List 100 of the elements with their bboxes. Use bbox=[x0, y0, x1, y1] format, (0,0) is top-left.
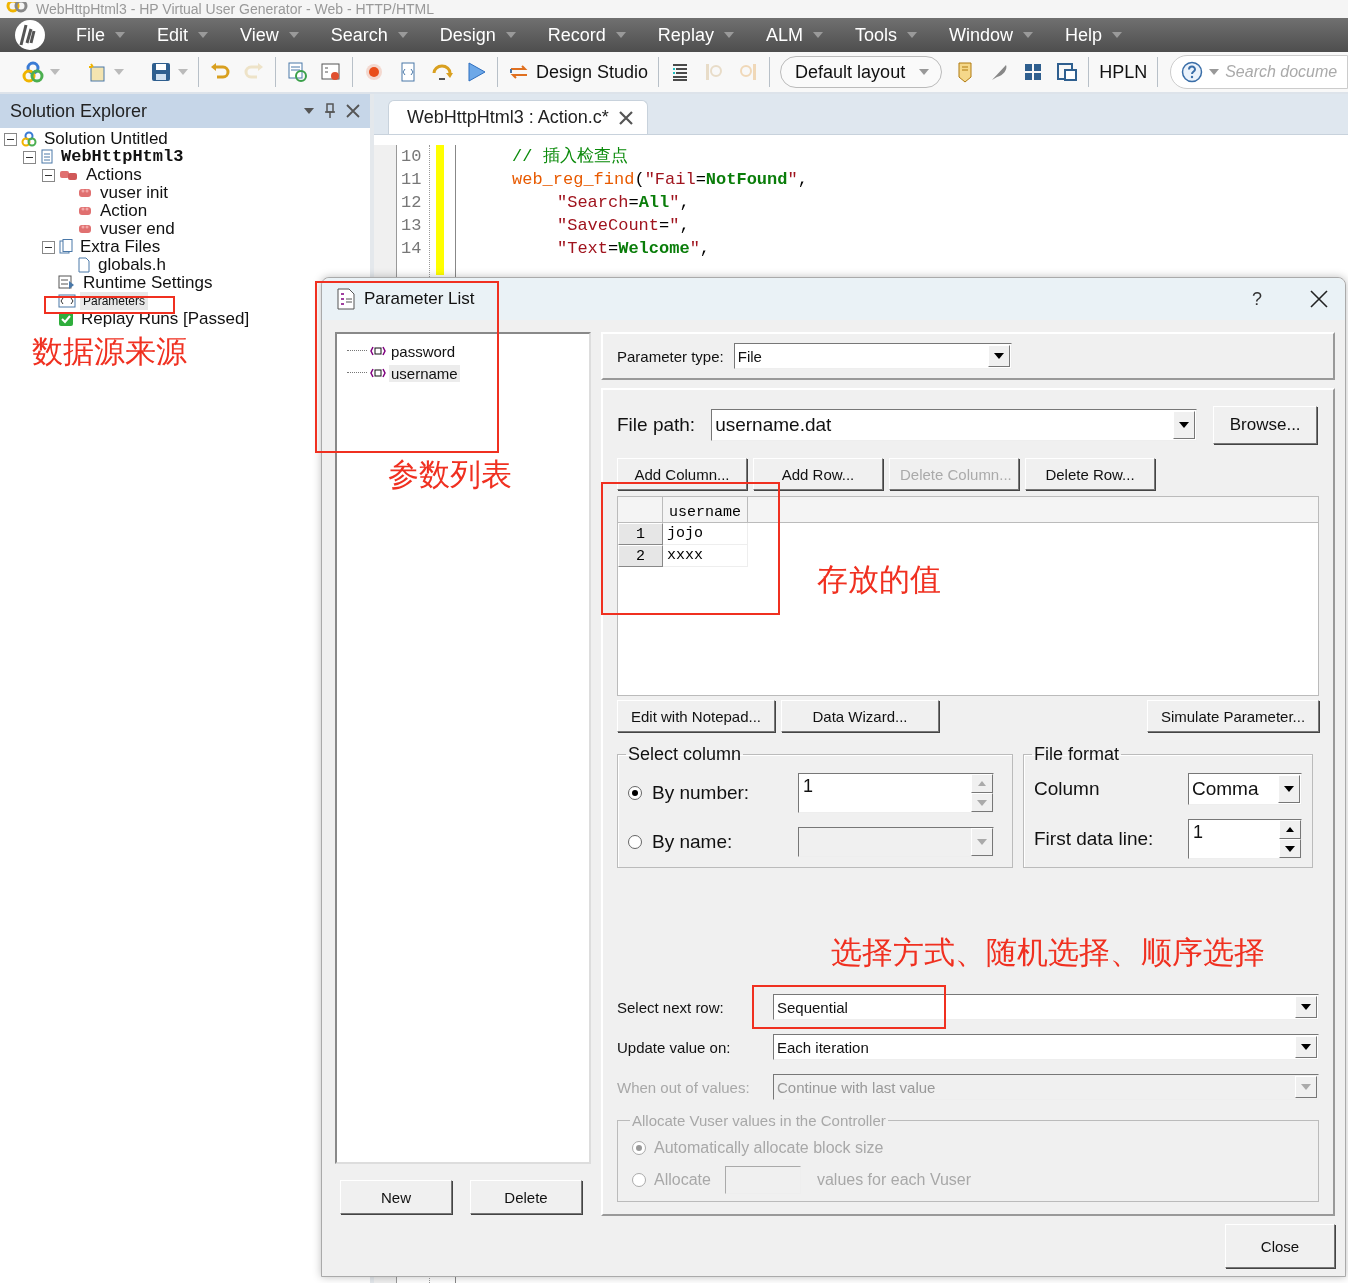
windows-icon[interactable] bbox=[1056, 61, 1079, 83]
dropdown-arrow-icon bbox=[977, 799, 987, 806]
tree-item[interactable]: globals.h bbox=[95, 256, 170, 274]
collapse-toggle-icon[interactable] bbox=[23, 150, 36, 164]
line-number: 13 bbox=[401, 215, 423, 237]
table-cell: xxxx bbox=[663, 545, 748, 567]
menu-item[interactable]: Help bbox=[1048, 18, 1138, 52]
radio-label: Automatically allocate block size bbox=[654, 1139, 884, 1157]
brick-icon bbox=[77, 222, 93, 236]
menu-item[interactable]: Search bbox=[314, 18, 424, 52]
radio-label: Allocate bbox=[654, 1171, 711, 1189]
delete-button[interactable]: Delete bbox=[470, 1180, 582, 1214]
tab-label: WebHttpHtml3 : Action.c* bbox=[407, 107, 609, 128]
rings-icon[interactable] bbox=[22, 61, 44, 83]
tree-item[interactable]: Extra Files bbox=[77, 238, 164, 256]
table-button[interactable]: Add Row... bbox=[753, 458, 883, 490]
tree-item[interactable]: vuser end bbox=[97, 220, 178, 238]
setting-dropdown[interactable]: Sequential bbox=[773, 994, 1319, 1020]
parameter-type-dropdown[interactable]: File bbox=[733, 343, 1012, 369]
tree-item[interactable]: Action bbox=[97, 202, 151, 220]
file-format-group: File format Column Comma First data line: 1 bbox=[1023, 744, 1313, 868]
number-spinner[interactable]: 1 bbox=[798, 773, 994, 813]
new-button[interactable]: New bbox=[340, 1180, 452, 1214]
menu-item[interactable]: Replay bbox=[641, 18, 750, 52]
notepad-button[interactable]: Edit with Notepad... bbox=[617, 700, 775, 732]
menu-item[interactable]: View bbox=[224, 18, 315, 52]
tree-item[interactable]: Solution Untitled bbox=[41, 130, 171, 148]
parameter-item[interactable]: username bbox=[389, 364, 460, 382]
select-column-group: Select column By number: 1 By name: bbox=[617, 744, 1013, 868]
tree-item[interactable]: vuser init bbox=[97, 184, 172, 202]
parameter-icon bbox=[370, 368, 386, 378]
new-script-icon[interactable] bbox=[86, 61, 108, 83]
line-number: 14 bbox=[401, 238, 423, 260]
field-label: Parameter type: bbox=[617, 347, 724, 365]
menu-item[interactable]: Window bbox=[932, 18, 1049, 52]
search-field[interactable]: Search docume bbox=[1170, 55, 1348, 89]
hpln-button[interactable]: HPLN bbox=[1093, 57, 1154, 87]
setting-dropdown[interactable]: Each iteration bbox=[773, 1034, 1319, 1060]
dropdown-arrow-icon bbox=[1285, 845, 1295, 852]
parameter-item[interactable]: password bbox=[389, 342, 458, 360]
tree-item[interactable]: WebHttpHtml3 bbox=[58, 148, 187, 166]
pin-icon[interactable] bbox=[324, 103, 336, 119]
file-path-dropdown[interactable]: username.dat bbox=[711, 409, 1198, 441]
field-label: Column bbox=[1034, 778, 1100, 800]
caret-icon bbox=[198, 32, 209, 38]
caret-icon bbox=[919, 69, 930, 75]
tree-item[interactable]: Actions bbox=[83, 166, 145, 184]
rings-icon bbox=[21, 131, 37, 147]
close-icon bbox=[1310, 290, 1328, 308]
field-label: Update value on: bbox=[617, 1038, 732, 1056]
dropdown-arrow-icon bbox=[1301, 1044, 1311, 1050]
first-line-spinner[interactable]: 1 bbox=[1188, 819, 1302, 859]
caret-icon bbox=[615, 32, 626, 38]
logo-icon bbox=[14, 19, 46, 51]
layout-dropdown[interactable]: Default layout bbox=[780, 56, 943, 88]
brick-icon bbox=[77, 204, 93, 218]
delimiter-dropdown[interactable]: Comma bbox=[1188, 773, 1302, 805]
annotation-text: 选择方式、随机选择、顺序选择 bbox=[831, 934, 1265, 970]
search-input[interactable]: Search docume bbox=[1225, 63, 1344, 81]
save-icon[interactable] bbox=[150, 61, 172, 83]
menu-item[interactable]: Design bbox=[423, 18, 532, 52]
collapse-toggle-icon[interactable] bbox=[42, 168, 55, 182]
caret-icon bbox=[812, 32, 823, 38]
data-wizard-button[interactable]: Data Wizard... bbox=[781, 700, 939, 732]
table-button[interactable]: Add Column... bbox=[617, 458, 747, 490]
radio-button[interactable] bbox=[628, 786, 642, 800]
tree-item[interactable]: Runtime Settings bbox=[80, 274, 216, 292]
annotation-text: 参数列表 bbox=[388, 456, 512, 492]
close-button[interactable]: Close bbox=[1225, 1224, 1335, 1268]
collapse-toggle-icon[interactable] bbox=[42, 240, 55, 254]
record-icon[interactable] bbox=[363, 61, 385, 83]
caret-icon bbox=[178, 69, 188, 75]
close-icon[interactable] bbox=[346, 104, 360, 118]
caret-icon bbox=[505, 32, 516, 38]
help-button[interactable]: ? bbox=[1237, 287, 1277, 311]
simulate-button[interactable]: Simulate Parameter... bbox=[1147, 700, 1319, 732]
menu-item[interactable]: ALM bbox=[749, 18, 839, 52]
parameter-icon bbox=[370, 346, 386, 356]
menu-item[interactable]: Edit bbox=[141, 18, 225, 52]
table-button[interactable]: Delete Row... bbox=[1025, 458, 1155, 490]
browse-button[interactable]: Browse... bbox=[1213, 406, 1318, 444]
play-icon[interactable] bbox=[465, 61, 487, 83]
dropdown-arrow-icon bbox=[1179, 422, 1190, 428]
caret-icon bbox=[397, 32, 408, 38]
menu-item[interactable]: Tools bbox=[838, 18, 933, 52]
menu-item[interactable]: Record bbox=[531, 18, 642, 52]
caret-icon bbox=[906, 32, 917, 38]
close-icon[interactable] bbox=[618, 110, 633, 125]
caret-icon bbox=[288, 32, 299, 38]
code-line: web_reg_find("Fail=NotFound", bbox=[512, 169, 809, 191]
collapse-toggle-icon[interactable] bbox=[4, 132, 17, 146]
design-studio-button[interactable]: Design Studio bbox=[502, 57, 655, 87]
menu-item[interactable]: File bbox=[60, 18, 141, 52]
field-label: Select next row: bbox=[617, 998, 725, 1016]
radio-label: By number: bbox=[652, 782, 750, 804]
annotation-text: 存放的值 bbox=[817, 561, 941, 597]
refresh-script-icon[interactable] bbox=[286, 61, 308, 83]
code-line: // 插入检查点 bbox=[512, 146, 629, 168]
stop-list-icon[interactable] bbox=[320, 61, 342, 83]
editor-tab[interactable]: WebHttpHtml3 : Action.c* bbox=[388, 100, 648, 134]
